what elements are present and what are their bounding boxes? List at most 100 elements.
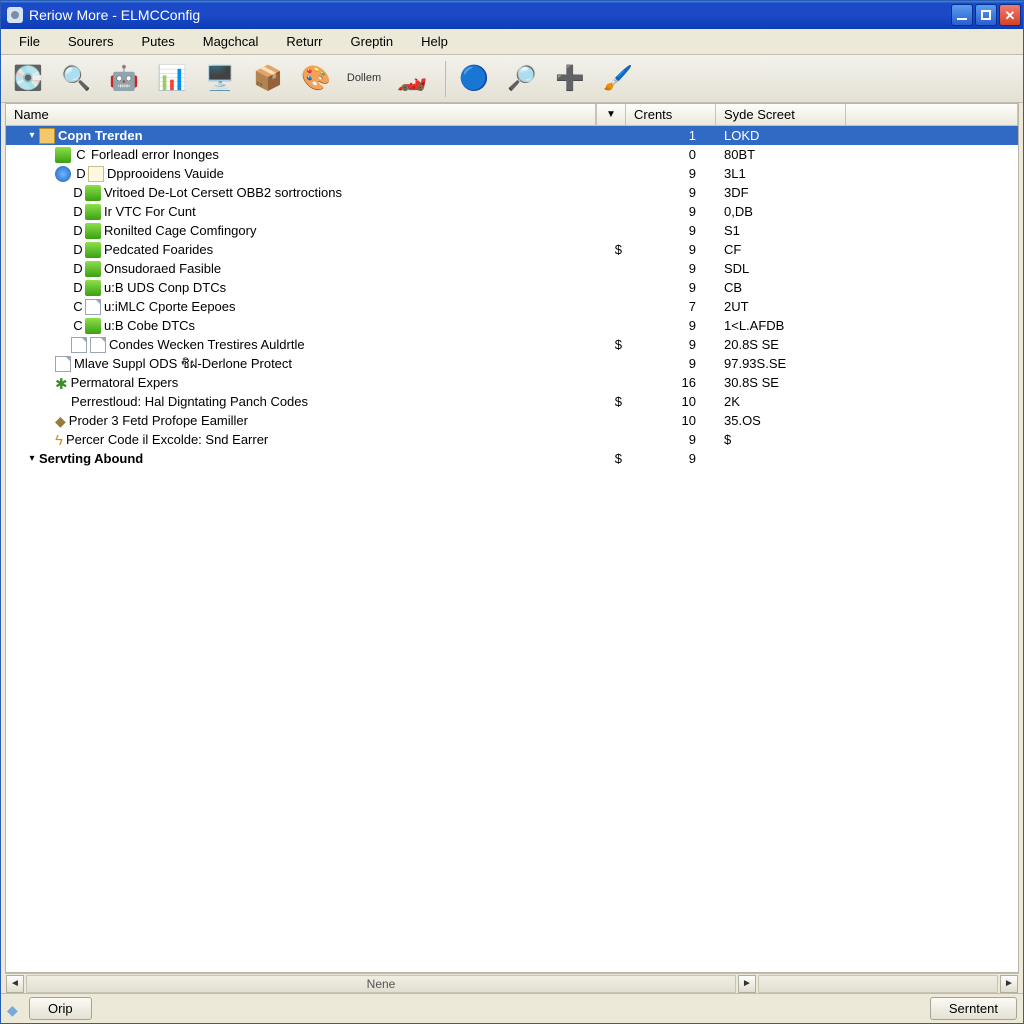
brush-icon-glyph: 🖌️	[603, 67, 633, 91]
table-row[interactable]: Mlave Suppl ODS ชิฝ-Derlone Protect997.9…	[6, 354, 1018, 373]
table-row[interactable]: DIr VTC For Cunt90,DB	[6, 202, 1018, 221]
scroll-track-aux[interactable]	[758, 975, 998, 993]
tree-toggle-icon[interactable]: ▾	[26, 130, 38, 141]
row-name: Forleadl error Inonges	[91, 147, 219, 162]
palette-icon[interactable]: 🎨	[295, 59, 337, 99]
col-crents[interactable]: Crents	[626, 104, 716, 125]
row-syde: 35.OS	[716, 411, 846, 430]
col-dropdown[interactable]: ▼	[596, 104, 626, 125]
note-icon	[88, 166, 104, 182]
close-button[interactable]: ✕	[999, 4, 1021, 26]
menu-greptin[interactable]: Greptin	[337, 29, 408, 54]
menu-help[interactable]: Help	[407, 29, 462, 54]
page-icon	[55, 356, 71, 372]
menu-sourers[interactable]: Sourers	[54, 29, 128, 54]
wand-icon: ϟ	[55, 432, 63, 448]
row-flag	[596, 259, 626, 278]
green-icon	[85, 223, 101, 239]
row-flag	[596, 202, 626, 221]
chart-icon[interactable]: 📊	[151, 59, 193, 99]
page-icon	[85, 299, 101, 315]
page-icon	[71, 337, 87, 353]
disk-icon[interactable]: 💽	[7, 59, 49, 99]
box-icon[interactable]: 📦	[247, 59, 289, 99]
scroll-right-button-2[interactable]: ►	[1000, 975, 1018, 993]
row-name: Ir VTC For Cunt	[104, 204, 196, 219]
loupe-icon[interactable]: 🔍	[55, 59, 97, 99]
row-flag: $	[596, 240, 626, 259]
menu-putes[interactable]: Putes	[127, 29, 188, 54]
toolbar: 💽 🔍 🤖📊 🖥️ 📦 🎨Dollem 🏎️ 🔵 🔎➕ 🖌️	[1, 55, 1023, 103]
menu-magchcal[interactable]: Magchcal	[189, 29, 273, 54]
table-row[interactable]: DRonilted Cage Comfingory9S1	[6, 221, 1018, 240]
table-row[interactable]: Du:B UDS Conp DTCs9CB	[6, 278, 1018, 297]
plus-icon[interactable]: ➕	[549, 59, 591, 99]
car-icon[interactable]: 🏎️	[391, 59, 433, 99]
loupe-icon-glyph: 🔍	[61, 67, 91, 91]
row-flag	[596, 411, 626, 430]
android-icon[interactable]: 🤖	[103, 59, 145, 99]
table-row[interactable]: Cu:B Cobe DTCs91<L.AFDB	[6, 316, 1018, 335]
globe-icon-glyph: 🔵	[459, 67, 489, 91]
table-row[interactable]: ◆Proder 3 Fetd Profope Eamiller1035.OS	[6, 411, 1018, 430]
type-letter: D	[71, 280, 85, 295]
col-name[interactable]: Name	[6, 104, 596, 125]
box-icon-glyph: 📦	[253, 67, 283, 91]
row-syde	[716, 449, 846, 468]
green-icon	[85, 204, 101, 220]
table-row[interactable]: DVritoed De-Lot Cersett OBB2 sortroction…	[6, 183, 1018, 202]
row-crents: 9	[626, 221, 716, 240]
table-row[interactable]: Cu:iMLC Cporte Eepoes72UT	[6, 297, 1018, 316]
scroll-track-main[interactable]: Nene	[26, 975, 736, 993]
green-icon	[85, 318, 101, 334]
table-row[interactable]: Condes Wecken Trestires Auldrtle$920.8S …	[6, 335, 1018, 354]
brush-icon[interactable]: 🖌️	[597, 59, 639, 99]
menu-file[interactable]: File	[5, 29, 54, 54]
menu-returr[interactable]: Returr	[272, 29, 336, 54]
zoom-icon[interactable]: 🔎	[501, 59, 543, 99]
monitor-icon[interactable]: 🖥️	[199, 59, 241, 99]
table-row[interactable]: ✱Permatoral Expers1630.8S SE	[6, 373, 1018, 392]
table-row[interactable]: ▾Copn Trerden1LOKD	[6, 126, 1018, 145]
row-crents: 10	[626, 411, 716, 430]
row-syde: SDL	[716, 259, 846, 278]
hscroll-area: ◄ Nene ► ►	[5, 973, 1019, 993]
row-syde: S1	[716, 221, 846, 240]
row-flag	[596, 297, 626, 316]
row-syde: LOKD	[716, 126, 846, 145]
type-letter: D	[71, 204, 85, 219]
maximize-button[interactable]	[975, 4, 997, 26]
scroll-left-button[interactable]: ◄	[6, 975, 24, 993]
scroll-right-button-1[interactable]: ►	[738, 975, 756, 993]
serntent-button[interactable]: Serntent	[930, 997, 1017, 1020]
row-syde: 1<L.AFDB	[716, 316, 846, 335]
monitor-icon-glyph: 🖥️	[205, 67, 235, 91]
type-letter: D	[71, 261, 85, 276]
row-crents: 9	[626, 335, 716, 354]
table-row[interactable]: DOnsudoraed Fasible9SDL	[6, 259, 1018, 278]
globe-icon[interactable]: 🔵	[453, 59, 495, 99]
row-crents: 9	[626, 278, 716, 297]
row-crents: 1	[626, 126, 716, 145]
table-row[interactable]: ▾Servting Abound$9	[6, 449, 1018, 468]
col-syde[interactable]: Syde Screet	[716, 104, 846, 125]
orip-button[interactable]: Orip	[29, 997, 92, 1020]
row-flag	[596, 354, 626, 373]
column-headers: Name ▼ Crents Syde Screet	[6, 104, 1018, 126]
disk-icon-glyph: 💽	[13, 67, 43, 91]
row-syde: 2UT	[716, 297, 846, 316]
car-icon-glyph: 🏎️	[397, 67, 427, 91]
table-row[interactable]: CForleadl error Inonges080BT	[6, 145, 1018, 164]
table-row[interactable]: DPedcated Foarides$9CF	[6, 240, 1018, 259]
minimize-button[interactable]	[951, 4, 973, 26]
tree-toggle-icon[interactable]: ▾	[26, 453, 38, 464]
table-row[interactable]: DDpprooidens Vauide93L1	[6, 164, 1018, 183]
table-row[interactable]: ϟPercer Code il Excolde: Snd Earrer9$	[6, 430, 1018, 449]
table-row[interactable]: Perrestloud: Hal Digntating Panch Codes$…	[6, 392, 1018, 411]
row-syde: $	[716, 430, 846, 449]
row-crents: 9	[626, 430, 716, 449]
row-flag	[596, 221, 626, 240]
row-crents: 9	[626, 316, 716, 335]
green-icon	[85, 185, 101, 201]
dollem-label[interactable]: Dollem	[343, 59, 385, 99]
